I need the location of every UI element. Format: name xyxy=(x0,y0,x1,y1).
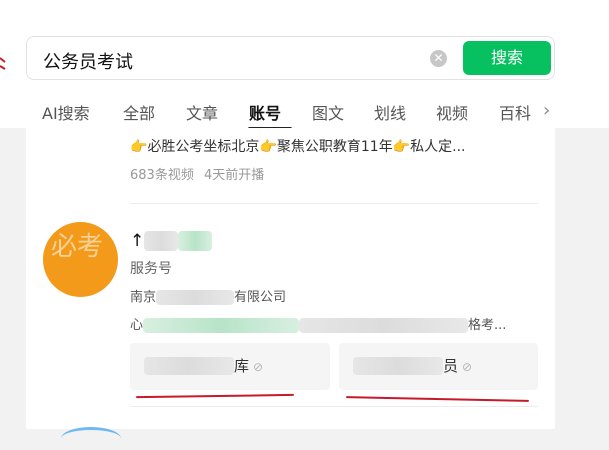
account-name[interactable]: ↑必胜公考 xyxy=(130,226,213,251)
pointing-hand-icon: 👉 xyxy=(392,139,411,155)
previous-result-promo: 👉必胜公考坐标北京👉聚焦公职教育11年👉私人定... xyxy=(130,139,466,155)
tab-videos[interactable]: 视频 xyxy=(436,100,468,124)
account-type: 服务号 xyxy=(130,261,172,277)
result-tabs: AI搜索 全部 文章 账号 图文 划线 视频 百科 xyxy=(0,100,609,130)
search-input[interactable]: 公务员考试 ✕ 搜索 xyxy=(26,36,555,80)
blurred-text: 某某某某某某某某某某某某 xyxy=(143,318,300,333)
annotation-underline xyxy=(135,393,295,399)
tab-image-text[interactable]: 图文 xyxy=(312,100,344,124)
live-time: 4天前开播 xyxy=(203,168,265,183)
blurred-text: 某某某某某某 xyxy=(144,357,235,375)
annotation-mark xyxy=(0,56,6,72)
video-count: 683条视频 xyxy=(130,168,194,183)
pointing-hand-icon: 👉 xyxy=(259,139,277,155)
account-company: 南京某某教育科技有限公司 xyxy=(130,290,287,305)
blurred-text: 某某某某某某某某某某某某某 xyxy=(299,318,469,333)
blurred-text: 必胜 xyxy=(144,231,179,251)
tab-accounts[interactable]: 账号 xyxy=(249,100,281,124)
tab-articles[interactable]: 文章 xyxy=(186,100,218,124)
tab-highlights[interactable]: 划线 xyxy=(374,100,406,124)
link-icon: ⊘ xyxy=(462,360,473,374)
chevron-right-icon[interactable]: › xyxy=(543,100,550,121)
quick-link-chip[interactable]: 某某某某某某员⊘ xyxy=(339,343,538,390)
search-query-text: 公务员考试 xyxy=(43,52,133,73)
tab-encyclopedia[interactable]: 百科 xyxy=(499,100,531,124)
quick-link-chip[interactable]: 某某某某某某库⊘ xyxy=(130,343,330,390)
search-button[interactable]: 搜索 xyxy=(463,41,551,75)
search-header: 公务员考试 ✕ 搜索 AI搜索 全部 文章 账号 图文 划线 视频 百科 › xyxy=(0,0,609,130)
avatar[interactable]: 必考 xyxy=(43,222,118,297)
divider xyxy=(130,406,538,407)
results-card: 👉必胜公考坐标北京👉聚焦公职教育11年👉私人定... 683条视频 4天前开播 … xyxy=(26,128,555,430)
pointing-hand-icon: 👉 xyxy=(130,139,148,155)
blurred-text: 某某某某某某 xyxy=(353,357,444,375)
next-result-avatar xyxy=(61,427,121,450)
divider xyxy=(130,203,538,204)
blurred-text: 公考 xyxy=(178,231,213,251)
blurred-text: 某某教育科技 xyxy=(156,290,235,305)
clear-icon[interactable]: ✕ xyxy=(430,50,447,67)
avatar-text: 必考 xyxy=(51,232,104,262)
previous-result-meta: 683条视频 4天前开播 xyxy=(130,164,264,183)
annotation-underline xyxy=(345,396,530,402)
tab-ai-search[interactable]: AI搜索 xyxy=(42,100,90,124)
tab-all[interactable]: 全部 xyxy=(123,100,155,124)
account-description: 心某某某某某某某某某某某某某某某某某某某某某某某某某格考... xyxy=(130,318,507,333)
link-icon: ⊘ xyxy=(253,360,264,374)
